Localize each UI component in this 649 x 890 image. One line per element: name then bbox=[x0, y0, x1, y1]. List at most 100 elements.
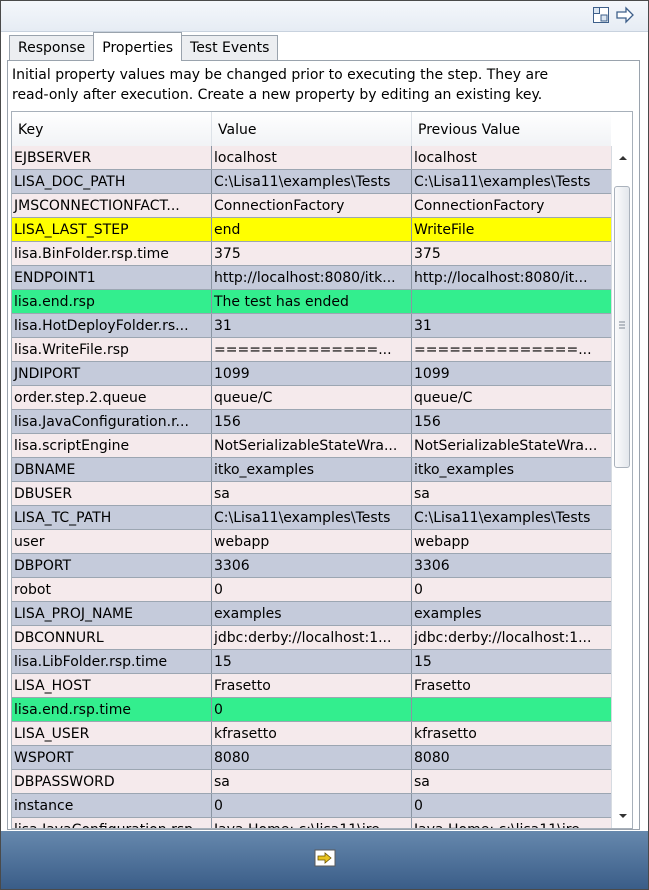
cell-previous-value[interactable]: 156 bbox=[412, 410, 611, 433]
cell-previous-value[interactable]: 31 bbox=[412, 314, 611, 337]
float-window-icon[interactable] bbox=[591, 5, 611, 25]
cell-previous-value[interactable]: 8080 bbox=[412, 746, 611, 769]
table-row[interactable]: DBUSER sa sa bbox=[12, 482, 611, 506]
table-row[interactable]: lisa.end.rsp.time 0 bbox=[12, 698, 611, 722]
scrollbar-thumb[interactable] bbox=[614, 186, 630, 468]
cell-value[interactable]: ==============... bbox=[212, 338, 412, 361]
scroll-up-arrow-icon[interactable] bbox=[612, 150, 632, 166]
cell-previous-value[interactable]: http://localhost:8080/it... bbox=[412, 266, 611, 289]
cell-value[interactable]: ConnectionFactory bbox=[212, 194, 412, 217]
cell-value[interactable]: 0 bbox=[212, 578, 412, 601]
table-row[interactable]: lisa.LibFolder.rsp.time 15 15 bbox=[12, 650, 611, 674]
cell-key[interactable]: LISA_TC_PATH bbox=[12, 506, 212, 529]
cell-previous-value[interactable]: queue/C bbox=[412, 386, 611, 409]
table-row[interactable]: DBCONNURL jdbc:derby://localhost:1... jdbc… bbox=[12, 626, 611, 650]
cell-previous-value[interactable]: 15 bbox=[412, 650, 611, 673]
cell-value[interactable]: 8080 bbox=[212, 746, 412, 769]
cell-previous-value[interactable]: jdbc:derby://localhost:1... bbox=[412, 626, 611, 649]
cell-value[interactable]: 31 bbox=[212, 314, 412, 337]
cell-value[interactable]: Frasetto bbox=[212, 674, 412, 697]
cell-value[interactable]: 1099 bbox=[212, 362, 412, 385]
column-header-value[interactable]: Value bbox=[212, 112, 412, 146]
table-row[interactable]: ENDPOINT1 http://localhost:8080/itk... htt… bbox=[12, 266, 611, 290]
cell-key[interactable]: DBUSER bbox=[12, 482, 212, 505]
cell-value[interactable]: itko_examples bbox=[212, 458, 412, 481]
cell-value[interactable]: jdbc:derby://localhost:1... bbox=[212, 626, 412, 649]
cell-key[interactable]: lisa.JavaConfiguration.r... bbox=[12, 410, 212, 433]
table-row[interactable]: LISA_USER kfrasetto kfrasetto bbox=[12, 722, 611, 746]
table-row[interactable]: WSPORT 8080 8080 bbox=[12, 746, 611, 770]
cell-previous-value[interactable]: 3306 bbox=[412, 554, 611, 577]
tab-test-events[interactable]: Test Events bbox=[181, 35, 279, 61]
cell-value[interactable]: 0 bbox=[212, 794, 412, 817]
table-row[interactable]: LISA_LAST_STEP end WriteFile bbox=[12, 218, 611, 242]
scroll-down-arrow-icon[interactable] bbox=[612, 808, 632, 824]
cell-previous-value[interactable]: sa bbox=[412, 482, 611, 505]
table-row[interactable]: user webapp webapp bbox=[12, 530, 611, 554]
cell-previous-value[interactable]: WriteFile bbox=[412, 218, 611, 241]
cell-previous-value[interactable] bbox=[412, 290, 611, 313]
cell-previous-value[interactable]: 1099 bbox=[412, 362, 611, 385]
table-row[interactable]: instance 0 0 bbox=[12, 794, 611, 818]
cell-value[interactable]: 0 bbox=[212, 698, 412, 721]
table-row[interactable]: lisa.scriptEngine NotSerializableStateWra… bbox=[12, 434, 611, 458]
cell-value[interactable]: localhost bbox=[212, 146, 412, 169]
cell-value[interactable]: 3306 bbox=[212, 554, 412, 577]
cell-key[interactable]: instance bbox=[12, 794, 212, 817]
cell-value[interactable]: sa bbox=[212, 770, 412, 793]
vertical-scrollbar[interactable] bbox=[611, 146, 632, 828]
cell-key[interactable]: lisa.BinFolder.rsp.time bbox=[12, 242, 212, 265]
cell-previous-value[interactable]: examples bbox=[412, 602, 611, 625]
cell-previous-value[interactable]: NotSerializableStateWra... bbox=[412, 434, 611, 457]
table-row[interactable]: DBPORT 3306 3306 bbox=[12, 554, 611, 578]
cell-previous-value[interactable]: ==============... bbox=[412, 338, 611, 361]
cell-key[interactable]: lisa.WriteFile.rsp bbox=[12, 338, 212, 361]
cell-previous-value[interactable]: sa bbox=[412, 770, 611, 793]
cell-key[interactable]: EJBSERVER bbox=[12, 146, 212, 169]
cell-value[interactable]: C:\Lisa11\examples\Tests bbox=[212, 170, 412, 193]
cell-key[interactable]: lisa.end.rsp bbox=[12, 290, 212, 313]
cell-previous-value[interactable]: 375 bbox=[412, 242, 611, 265]
table-row[interactable]: DBPASSWORD sa sa bbox=[12, 770, 611, 794]
cell-key[interactable]: robot bbox=[12, 578, 212, 601]
cell-key[interactable]: DBPORT bbox=[12, 554, 212, 577]
table-row[interactable]: JMSCONNECTIONFACT... ConnectionFactory Con… bbox=[12, 194, 611, 218]
column-header-key[interactable]: Key bbox=[12, 112, 212, 146]
cell-value[interactable]: http://localhost:8080/itk... bbox=[212, 266, 412, 289]
cell-key[interactable]: WSPORT bbox=[12, 746, 212, 769]
cell-key[interactable]: LISA_LAST_STEP bbox=[12, 218, 212, 241]
cell-previous-value[interactable]: itko_examples bbox=[412, 458, 611, 481]
cell-previous-value[interactable]: webapp bbox=[412, 530, 611, 553]
cell-value[interactable]: webapp bbox=[212, 530, 412, 553]
table-row[interactable]: lisa.WriteFile.rsp ==============... =====… bbox=[12, 338, 611, 362]
cell-key[interactable]: JMSCONNECTIONFACT... bbox=[12, 194, 212, 217]
cell-previous-value[interactable]: Java Home: c:\lisa11\jre bbox=[412, 818, 611, 828]
table-row[interactable]: LISA_HOST Frasetto Frasetto bbox=[12, 674, 611, 698]
cell-value[interactable]: 375 bbox=[212, 242, 412, 265]
cell-key[interactable]: DBCONNURL bbox=[12, 626, 212, 649]
cell-previous-value[interactable]: localhost bbox=[412, 146, 611, 169]
cell-previous-value[interactable]: C:\Lisa11\examples\Tests bbox=[412, 506, 611, 529]
table-row[interactable]: DBNAME itko_examples itko_examples bbox=[12, 458, 611, 482]
cell-key[interactable]: ENDPOINT1 bbox=[12, 266, 212, 289]
cell-key[interactable]: lisa.end.rsp.time bbox=[12, 698, 212, 721]
column-header-previous-value[interactable]: Previous Value bbox=[412, 112, 611, 146]
cell-value[interactable]: 15 bbox=[212, 650, 412, 673]
cell-value[interactable]: Java Home: c:\lisa11\jre bbox=[212, 818, 412, 828]
cell-key[interactable]: LISA_USER bbox=[12, 722, 212, 745]
table-row[interactable]: robot 0 0 bbox=[12, 578, 611, 602]
cell-key[interactable]: order.step.2.queue bbox=[12, 386, 212, 409]
cell-key[interactable]: lisa.scriptEngine bbox=[12, 434, 212, 457]
cell-value[interactable]: queue/C bbox=[212, 386, 412, 409]
table-row[interactable]: lisa.JavaConfiguration.r... 156 156 bbox=[12, 410, 611, 434]
cell-key[interactable]: DBNAME bbox=[12, 458, 212, 481]
tab-response[interactable]: Response bbox=[9, 35, 95, 61]
cell-value[interactable]: examples bbox=[212, 602, 412, 625]
cell-value[interactable]: The test has ended bbox=[212, 290, 412, 313]
cell-value[interactable]: C:\Lisa11\examples\Tests bbox=[212, 506, 412, 529]
cell-previous-value[interactable]: Frasetto bbox=[412, 674, 611, 697]
cell-key[interactable]: user bbox=[12, 530, 212, 553]
cell-previous-value[interactable]: 0 bbox=[412, 578, 611, 601]
table-row[interactable]: LISA_PROJ_NAME examples examples bbox=[12, 602, 611, 626]
cell-value[interactable]: kfrasetto bbox=[212, 722, 412, 745]
